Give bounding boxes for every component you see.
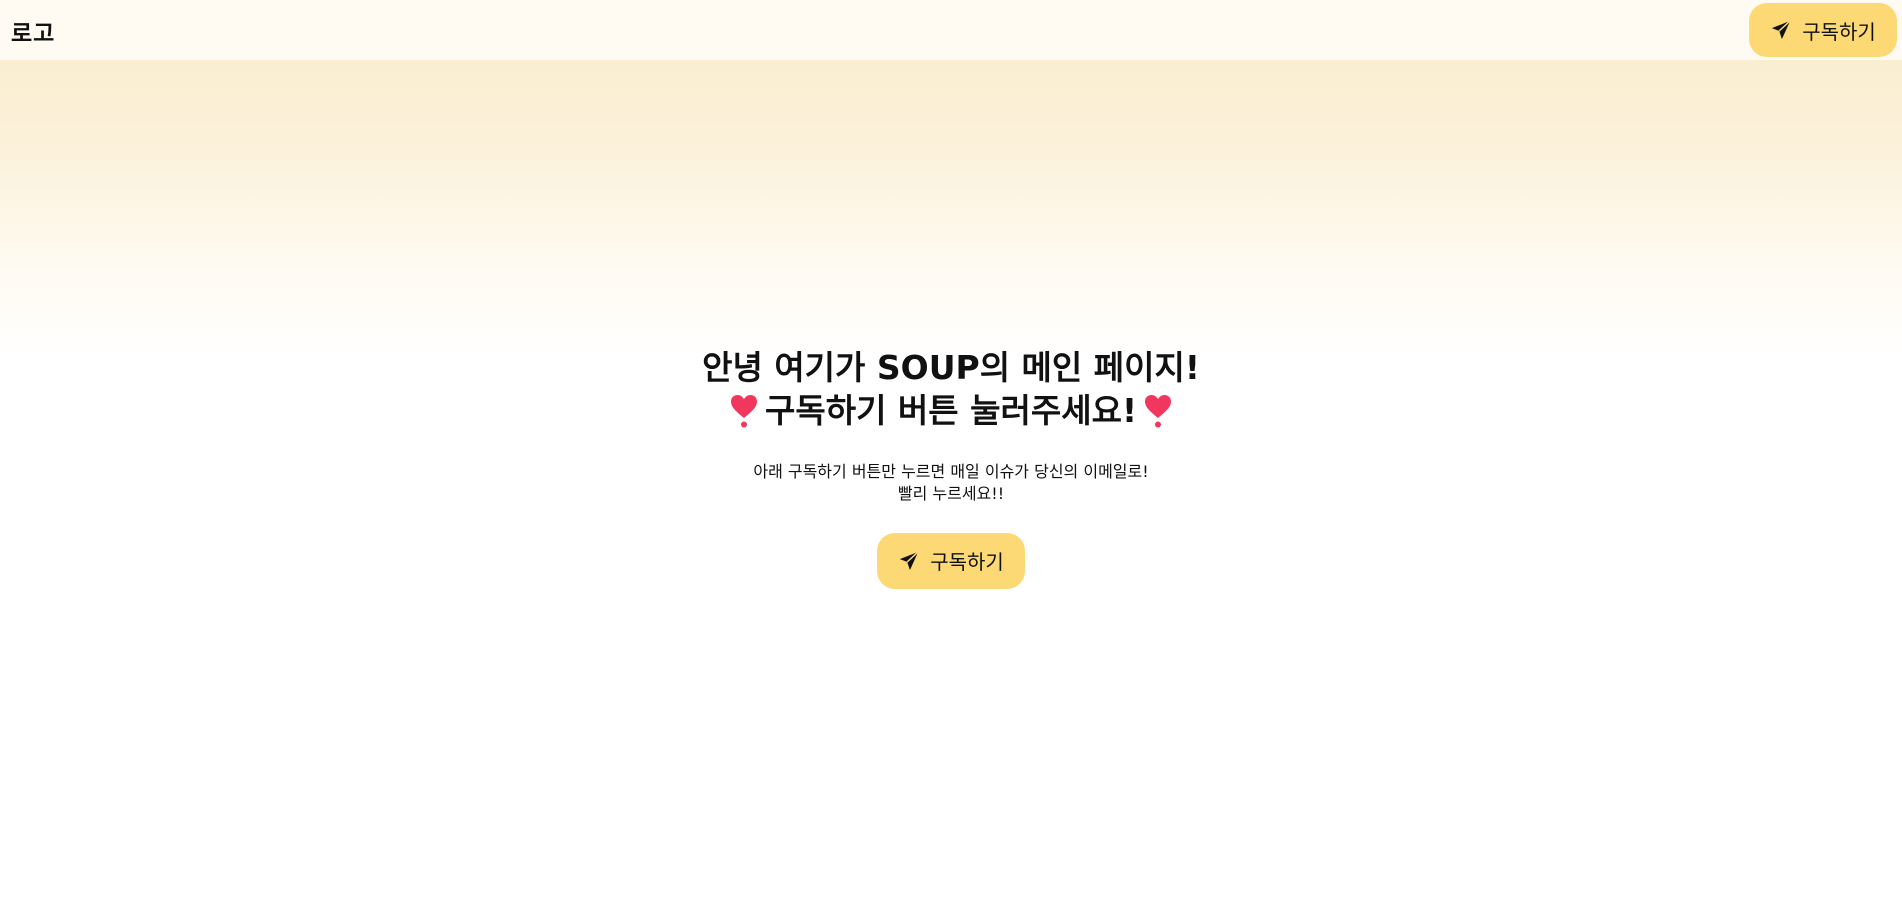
logo[interactable]: 로고: [11, 14, 55, 48]
header-subscribe-label: 구독하기: [1802, 19, 1876, 44]
header-subscribe-button[interactable]: 구독하기: [1749, 3, 1897, 57]
page: 로고 구독하기 안녕 여기가 SOUP의 메인 페이지! 구독하기 버튼 눌러주…: [0, 0, 1902, 906]
hero-section: 안녕 여기가 SOUP의 메인 페이지! 구독하기 버튼 눌러주세요! 아래 구…: [0, 346, 1902, 589]
hero-description-line1: 아래 구독하기 버튼만 누르면 매일 이슈가 당신의 이메일로!: [753, 461, 1149, 481]
hero-cta-wrap: 구독하기: [0, 532, 1902, 589]
hero-headline-line2-group: 구독하기 버튼 눌러주세요!: [729, 389, 1173, 432]
send-icon: [1770, 19, 1792, 41]
hero-description-line2: 빨리 누르세요!!: [897, 483, 1005, 503]
hero-headline-line2: 구독하기 버튼 눌러주세요!: [765, 391, 1137, 430]
heart-exclamation-icon: [1143, 393, 1173, 429]
hero-description: 아래 구독하기 버튼만 누르면 매일 이슈가 당신의 이메일로! 빨리 누르세요…: [0, 461, 1902, 505]
heart-exclamation-icon: [729, 393, 759, 429]
hero-subscribe-label: 구독하기: [930, 550, 1004, 574]
send-icon: [898, 550, 920, 572]
hero-headline: 안녕 여기가 SOUP의 메인 페이지! 구독하기 버튼 눌러주세요!: [0, 346, 1902, 439]
top-nav: 로고 구독하기: [0, 0, 1902, 60]
hero-headline-line1: 안녕 여기가 SOUP의 메인 페이지!: [702, 348, 1200, 387]
hero-subscribe-button[interactable]: 구독하기: [877, 532, 1025, 589]
